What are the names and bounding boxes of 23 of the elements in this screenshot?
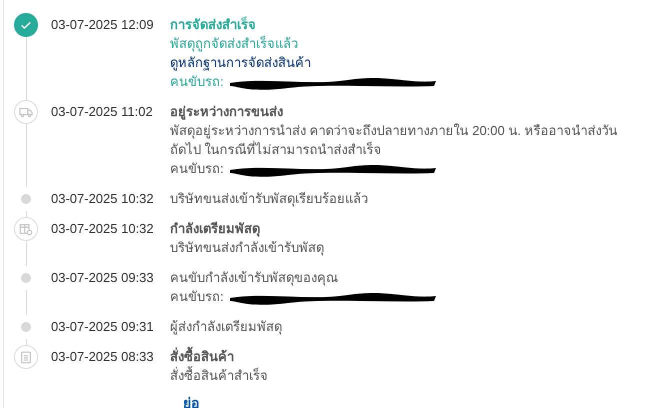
event-description: บริษัทขนส่งกำลังเข้ารับพัสดุ — [170, 239, 325, 257]
event-description: บริษัทขนส่งเข้ารับพัสดุเรียบร้อยแล้ว — [170, 190, 369, 208]
event-time: 03-07-2025 11:02 — [50, 103, 154, 121]
driver-label: คนขับรถ: — [170, 288, 224, 306]
event-description: ผู้ส่งกำลังเตรียมพัสดุ — [170, 318, 283, 336]
driver-label: คนขับรถ: — [170, 73, 224, 91]
event-time: 03-07-2025 09:31 — [50, 318, 155, 336]
driver-label: คนขับรถ: — [170, 160, 224, 178]
event-description: พัสดุอยู่ระหว่างการนำส่ง คาดว่าจะถึงปลายทางภายใน 20:00 น. หรืออาจนำส่งวันถัดไป ในกรณีที่ไม่สามารถนำส่งสำเร็จ — [170, 122, 619, 159]
event-title: สั่งซื้อสินค้า — [170, 347, 620, 366]
proof-of-delivery-link[interactable]: ดูหลักฐานการจัดส่งสินค้า — [170, 53, 311, 72]
event-title: อยู่ระหว่างการขนส่ง — [170, 103, 284, 121]
event-time: 03-07-2025 08:33 — [50, 348, 155, 366]
event-description: สั่งซื้อสินค้าสำเร็จ — [170, 366, 269, 385]
event-time: 03-07-2025 12:09 — [50, 16, 155, 34]
event-time: 03-07-2025 09:33 — [50, 269, 155, 287]
event-time: 03-07-2025 10:32 — [50, 190, 155, 208]
collapse-link[interactable]: ย่อ — [183, 395, 199, 408]
event-title: การจัดส่งสำเร็จ — [170, 16, 257, 34]
event-title: กำลังเตรียมพัสดุ — [170, 220, 261, 238]
event-description: คนขับกำลังเข้ารับพัสดุของคุณ — [170, 269, 339, 287]
event-time: 03-07-2025 10:32 — [50, 220, 155, 238]
event-description: พัสดุถูกจัดส่งสำเร็จแล้ว — [170, 34, 299, 53]
